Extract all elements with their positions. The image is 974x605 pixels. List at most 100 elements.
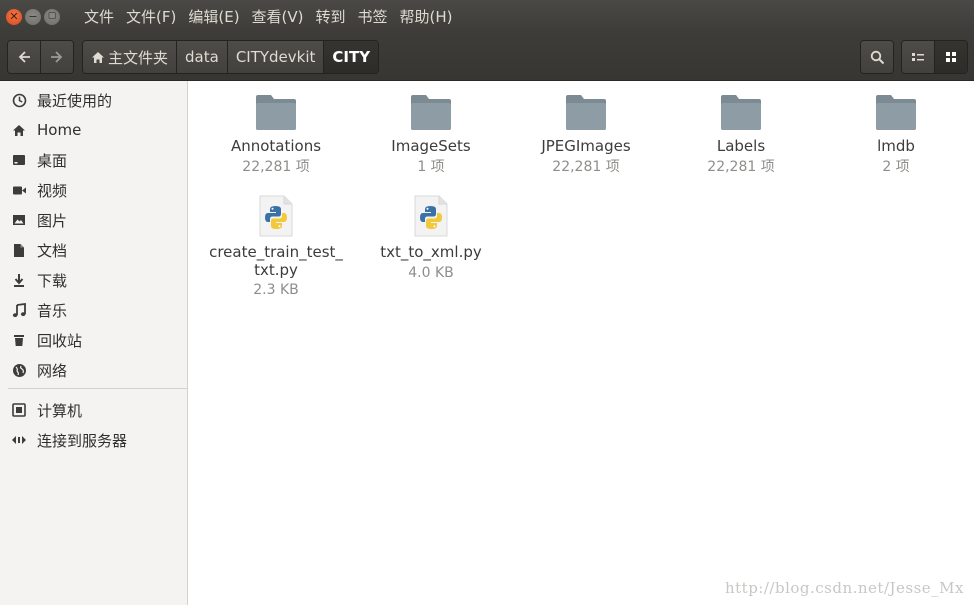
folder-icon [876,95,916,130]
sidebar-item-label: 计算机 [37,401,83,420]
breadcrumb-label: CITYdevkit [235,48,316,66]
download-icon [11,272,27,288]
breadcrumb: 主文件夹 data CITYdevkit CITY [82,40,380,74]
forward-button[interactable] [40,41,73,73]
back-arrow-icon [18,51,30,63]
sidebar-item-label: 最近使用的 [37,91,113,110]
menu-item-help[interactable]: 帮助(H) [394,6,459,27]
sidebar-item-label: Home [37,121,82,139]
breadcrumb-label: 主文件夹 [108,48,169,67]
python-file-icon [414,195,448,237]
menu-item-file-app[interactable]: 文件 [78,6,120,27]
file-info: 22,281 项 [242,159,310,175]
search-button[interactable] [861,41,893,73]
file-item-jpegimages[interactable]: JPEGImages 22,281 项 [511,93,661,176]
network-icon [11,362,27,378]
sidebar-item-label: 文档 [37,241,68,260]
sidebar-item-home[interactable]: Home [0,115,187,145]
sidebar-item-label: 连接到服务器 [37,431,128,450]
sidebar-item-label: 图片 [37,211,68,230]
desktop-icon [11,152,27,168]
folder-icon [411,95,451,130]
video-icon [11,182,27,198]
home-icon [92,51,104,63]
sidebar-item-label: 回收站 [37,331,83,350]
menu-bar: 文件 文件(F) 编辑(E) 查看(V) 转到 书签 帮助(H) [78,6,459,27]
window-controls: ✕ − ▢ [6,8,60,25]
breadcrumb-citydevkit[interactable]: CITYdevkit [226,41,324,73]
folder-icon [566,95,606,130]
file-name: Annotations [230,137,322,155]
menu-item-view[interactable]: 查看(V) [246,6,310,27]
minimize-icon: − [28,10,38,23]
minimize-button[interactable]: − [25,8,41,25]
menu-item-edit[interactable]: 编辑(E) [182,6,245,27]
file-info: 22,281 项 [552,159,620,175]
file-name: lmdb [877,137,915,155]
menu-item-file[interactable]: 文件(F) [120,6,182,27]
file-item-annotations[interactable]: Annotations 22,281 项 [201,93,351,176]
home-icon [11,122,27,138]
close-icon: ✕ [9,10,19,23]
file-item-create-train-test[interactable]: create_train_test_ txt.py 2.3 KB [201,195,351,299]
forward-arrow-icon [51,51,63,63]
toolbar: 主文件夹 data CITYdevkit CITY [0,33,974,81]
sidebar-item-computer[interactable]: 计算机 [0,395,187,425]
music-icon [11,302,27,318]
sidebar-divider [8,388,187,389]
trash-icon [11,332,27,348]
breadcrumb-data[interactable]: data [176,41,227,73]
file-name: txt_to_xml.py [380,243,482,261]
sidebar-item-label: 网络 [37,361,68,380]
list-view-button[interactable] [902,41,934,73]
sidebar-item-network[interactable]: 网络 [0,355,187,385]
file-info: 1 项 [417,159,445,175]
grid-view-button[interactable] [934,41,967,73]
file-item-lmdb[interactable]: lmdb 2 项 [821,93,971,176]
breadcrumb-label: data [185,48,219,66]
file-info: 2.3 KB [253,282,299,298]
grid-view-icon [946,52,956,62]
sidebar-item-pictures[interactable]: 图片 [0,205,187,235]
search-icon [870,50,884,64]
connect-server-icon [11,432,27,448]
python-file-icon [259,195,293,237]
sidebar-item-label: 音乐 [37,301,68,320]
close-button[interactable]: ✕ [6,8,22,25]
maximize-icon: ▢ [47,11,57,21]
sidebar-item-downloads[interactable]: 下载 [0,265,187,295]
list-view-icon [912,53,924,61]
menu-item-bookmarks[interactable]: 书签 [352,6,394,27]
file-view: Annotations 22,281 项 ImageSets 1 项 JPEGI… [188,81,974,605]
sidebar-item-connect-server[interactable]: 连接到服务器 [0,425,187,455]
file-info: 2 项 [882,159,910,175]
file-info: 22,281 项 [707,159,775,175]
maximize-button[interactable]: ▢ [44,8,60,25]
sidebar-item-documents[interactable]: 文档 [0,235,187,265]
document-icon [11,242,27,258]
picture-icon [11,212,27,228]
sidebar-item-desktop[interactable]: 桌面 [0,145,187,175]
file-item-txt-to-xml[interactable]: txt_to_xml.py 4.0 KB [356,195,506,282]
computer-icon [11,402,27,418]
sidebar-item-trash[interactable]: 回收站 [0,325,187,355]
sidebar-item-music[interactable]: 音乐 [0,295,187,325]
breadcrumb-home[interactable]: 主文件夹 [83,41,177,73]
back-button[interactable] [8,41,40,73]
clock-icon [11,92,27,108]
navigation-buttons [7,40,74,74]
sidebar: 最近使用的 Home 桌面 视频 图片 文档 下载 音乐 回收站 网络 计算机 [0,81,188,605]
file-name: Labels [716,137,766,155]
watermark: http://blog.csdn.net/Jesse_Mx [724,579,964,597]
sidebar-item-videos[interactable]: 视频 [0,175,187,205]
sidebar-item-recent[interactable]: 最近使用的 [0,85,187,115]
breadcrumb-city[interactable]: CITY [323,41,379,73]
file-name: JPEGImages [541,137,631,155]
sidebar-item-label: 视频 [37,181,68,200]
file-item-imagesets[interactable]: ImageSets 1 项 [356,93,506,176]
sidebar-item-label: 下载 [37,271,68,290]
file-name: create_train_test_ txt.py [209,243,343,279]
menu-item-go[interactable]: 转到 [310,6,352,27]
file-info: 4.0 KB [408,265,454,281]
file-item-labels[interactable]: Labels 22,281 项 [666,93,816,176]
